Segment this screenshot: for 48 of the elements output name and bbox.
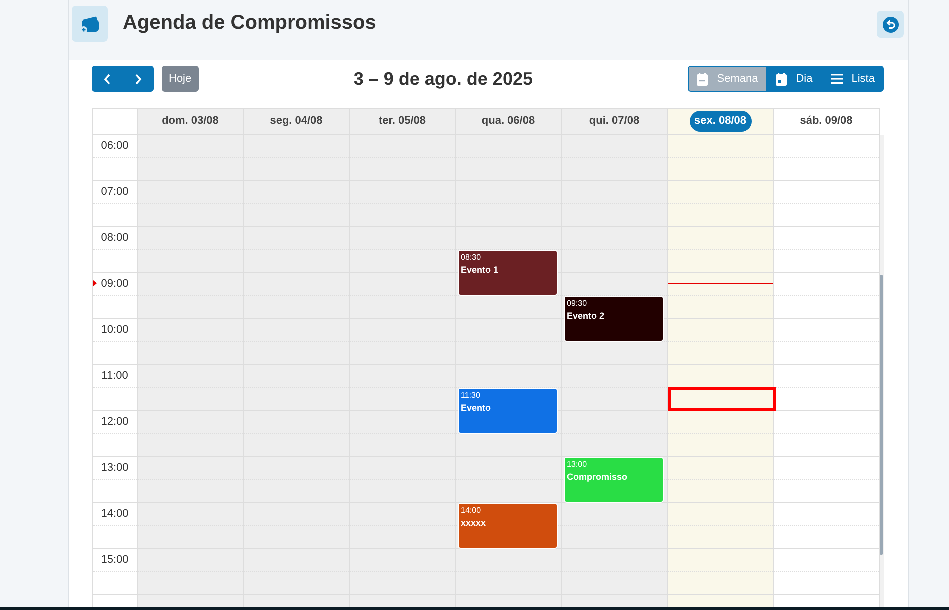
- back-button[interactable]: [877, 11, 904, 38]
- event-title: Compromisso: [567, 471, 629, 483]
- list-view-button[interactable]: Lista: [822, 66, 884, 92]
- day-label: ter. 05/08: [378, 114, 426, 130]
- event-time: 09:30: [567, 298, 588, 309]
- time-label: 08:00: [101, 230, 129, 246]
- event-title: Evento 2: [567, 310, 606, 322]
- time-label: 06:00: [101, 138, 129, 154]
- time-label: 12:00: [101, 414, 129, 430]
- event-time: 11:30: [461, 390, 482, 401]
- day-label: qui. 07/08: [589, 114, 640, 130]
- time-label: 10:00: [101, 322, 129, 338]
- scrollbar-thumb[interactable]: [880, 275, 883, 555]
- next-button[interactable]: [123, 66, 154, 92]
- day-view-button[interactable]: Dia: [767, 66, 822, 92]
- time-label: 11:00: [102, 368, 128, 384]
- chevron-right-icon: [135, 74, 142, 84]
- time-label: 14:00: [101, 506, 129, 522]
- event-time: 08:30: [461, 252, 482, 263]
- day-label: seg. 04/08: [270, 114, 323, 130]
- chevron-left-icon: [104, 74, 111, 84]
- event-card[interactable]: 09:30 Evento 2: [564, 296, 664, 342]
- event-card[interactable]: 08:30 Evento 1: [458, 250, 558, 296]
- event-title: Evento 1: [461, 264, 500, 276]
- day-label: dom. 03/08: [162, 114, 219, 130]
- event-card[interactable]: 14:00 xxxxx: [458, 503, 558, 549]
- time-label: 15:00: [101, 552, 129, 568]
- event-time: 13:00: [567, 459, 588, 470]
- day-label: sáb. 09/08: [800, 114, 853, 130]
- page-title: Agenda de Compromissos: [123, 11, 376, 36]
- event-card[interactable]: 11:30 Evento: [458, 388, 558, 434]
- time-label: 09:00: [101, 276, 129, 292]
- event-title: xxxxx: [461, 517, 488, 529]
- time-label: 13:00: [101, 460, 129, 476]
- calendar-icon: [776, 72, 788, 86]
- undo-icon: [882, 16, 898, 32]
- selection-box[interactable]: [668, 387, 776, 411]
- today-button[interactable]: Hoje: [162, 66, 199, 92]
- today-badge: sex. 08/08: [690, 111, 752, 132]
- wallet-icon: [72, 6, 108, 42]
- previous-button[interactable]: [92, 66, 123, 92]
- day-label: qua. 06/08: [482, 114, 536, 130]
- event-title: Evento: [461, 402, 492, 414]
- date-range-title: 3 – 9 de ago. de 2025: [354, 68, 533, 91]
- event-time: 14:00: [461, 505, 482, 516]
- list-icon: [830, 74, 843, 84]
- calendar-icon: [697, 72, 708, 86]
- time-label: 07:00: [101, 184, 129, 200]
